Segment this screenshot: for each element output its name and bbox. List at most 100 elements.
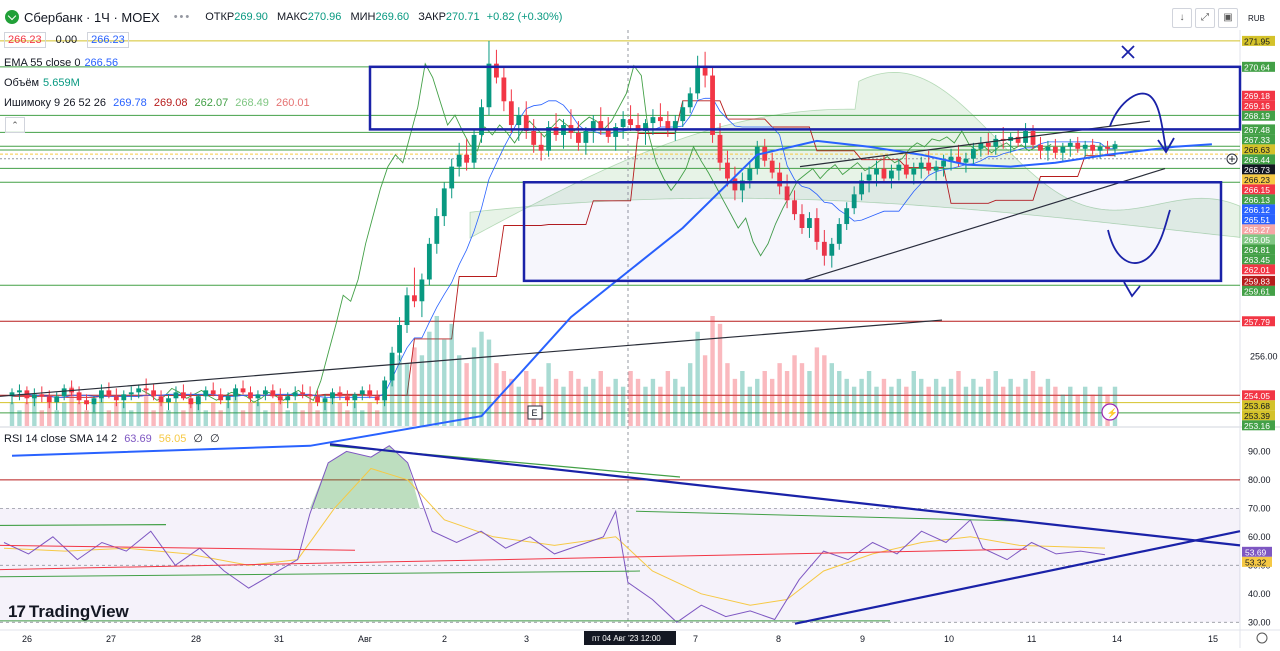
lightning-glyph: ⚡ [1107,407,1118,419]
candle-body [181,392,186,399]
tenkan-value: 269.78 [113,97,147,109]
volume-bar [106,410,112,426]
price-level-label: 266.12 [1244,205,1270,215]
volume-bar [1082,386,1088,426]
candle-body [911,168,917,175]
camera-icon[interactable]: ▣ [1218,8,1238,28]
low-label: МИН [350,11,376,23]
volume-bar [84,410,89,426]
candle-body [531,130,537,145]
volume-bar [151,410,156,426]
candle-body [322,398,328,403]
candle-body [620,119,626,128]
order-inputs: 266.23 0.00 266.23 [4,32,129,48]
volume-bar [39,410,45,426]
candle-body [218,394,224,401]
candle-body [441,188,447,217]
volume-bar [397,355,402,426]
candle-body [128,392,134,395]
candle-body [17,390,22,393]
volume-legend[interactable]: Объём 5.659M [4,77,80,89]
volume-bar [710,316,715,426]
volume-bar [263,410,268,426]
candle-body [926,162,932,171]
volume-bar [240,410,246,426]
candle-body [434,216,440,244]
sber-logo-icon [5,10,19,24]
volume-bar [1015,386,1021,426]
rsi-current-label: 53.32 [1245,557,1267,567]
volume-bar [345,410,350,426]
change-value: +0.82 (+0.30%) [486,11,563,23]
volume-bar [702,355,708,426]
volume-bar [404,363,410,426]
volume-bar [367,402,372,426]
candle-body [367,390,373,397]
price-level-label: 262.01 [1244,265,1270,275]
candle-body [449,166,455,189]
volume-bar [136,402,141,426]
candle-body [1090,144,1096,151]
currency-label[interactable]: RUB [1248,14,1265,23]
tradingview-logo[interactable]: 17 TradingView [8,602,129,622]
symbol-title[interactable]: Сбербанк · 1Ч · MOEX [24,10,160,25]
collapse-legend-icon[interactable]: ⌃ [5,117,25,133]
candle-body [91,398,97,405]
price-level-label: 268.19 [1244,111,1270,121]
price-level-label: 266.13 [1244,195,1270,205]
arrow-down-icon[interactable]: ↓ [1172,8,1192,28]
candle-body [538,144,544,151]
bid-input[interactable]: 266.23 [4,32,46,48]
candle-body [195,396,201,405]
chart-header: Сбербанк · 1Ч · MOEX ••• ОТКР269.90 МАКС… [0,0,1240,34]
ask-input[interactable]: 266.23 [87,32,129,48]
more-dots-icon[interactable]: ••• [174,11,192,23]
volume-bar [941,386,946,426]
candle-body [576,132,581,143]
volume-bar [591,378,596,426]
candle-body [1038,144,1043,151]
candle-body [389,352,395,381]
candle-body [374,396,380,401]
price-tick-label: 256.00 [1250,352,1278,362]
volume-bar [613,378,618,426]
candle-body [1067,142,1073,147]
volume-bar [1030,371,1036,426]
volume-bar [1097,386,1103,426]
candle-body [1105,146,1110,149]
candle-body [516,115,522,126]
volume-bar [76,402,82,426]
volume-bar [561,386,566,426]
price-level-label: 253.39 [1244,411,1270,421]
rsi-legend[interactable]: RSI 14 close SMA 14 2 63.69 56.05 ∅ ∅ [4,432,220,445]
volume-bar [143,394,149,426]
volume-bar [1090,394,1095,426]
time-cursor-label: пт 04 Авг '23 12:00 [592,634,661,643]
candle-body [680,107,686,122]
candle-body [933,166,939,171]
candle-body [1082,144,1088,149]
fullscreen-icon[interactable]: ⤢ [1195,8,1215,28]
candle-body [889,170,894,179]
ichimoku-legend[interactable]: Ишимоку 9 26 52 26 269.78 269.08 262.07 … [4,97,310,109]
candle-body [993,138,999,147]
ema-legend[interactable]: EMA 55 close 0 266.56 [4,57,118,69]
time-tick-label: 15 [1208,634,1218,644]
price-level-label: 270.64 [1244,62,1270,72]
time-tick-label: 9 [860,634,865,644]
volume-value: 5.659M [43,77,80,89]
volume-bar [300,410,305,426]
support-box [522,181,1223,283]
price-level-label: 266.63 [1244,145,1270,155]
close-value: 270.71 [445,11,480,23]
candle-body [382,380,388,401]
rsi-tick-label: 40.00 [1248,589,1271,599]
candle-body [262,390,268,395]
candle-body [233,388,238,397]
candle-body [99,390,104,399]
close-label: ЗАКР [418,11,446,23]
volume-bar [464,363,469,426]
volume-bar [1001,386,1006,426]
price-level-label: 253.16 [1244,421,1270,431]
volume-bar [777,363,782,426]
